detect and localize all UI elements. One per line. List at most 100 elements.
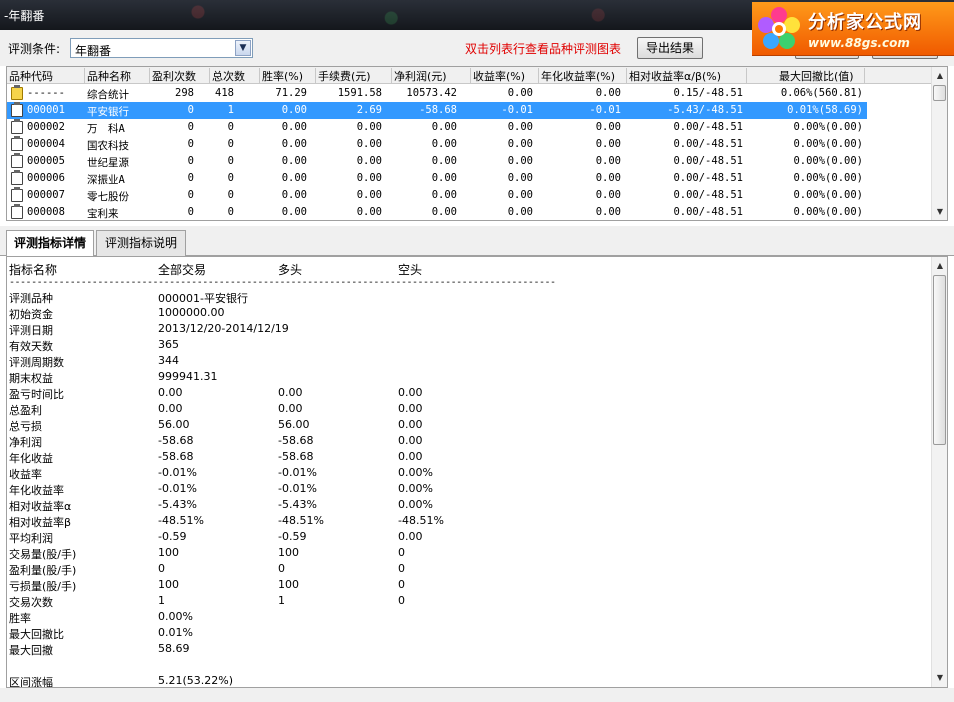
metric-name: 盈利量(股/手) xyxy=(9,564,77,577)
metric-row: 最大回撤 58.69 xyxy=(7,642,927,658)
cell-name: 零七股份 xyxy=(87,191,129,203)
col-header-drawdown[interactable]: 最大回撤比(值) xyxy=(747,68,865,84)
grid-scroll-thumb[interactable] xyxy=(933,85,946,101)
scroll-up-icon[interactable]: ▲ xyxy=(932,258,947,274)
cell-dd: 0.00%(0.00) xyxy=(793,155,863,167)
metric-value-v1: -0.01% xyxy=(158,466,197,479)
col-header-profit[interactable]: 净利润(元) xyxy=(392,68,471,84)
cell-dd: 0.00%(0.00) xyxy=(793,189,863,201)
metric-value-v1: -58.68 xyxy=(158,434,194,447)
metric-value-v1: 1000000.00 xyxy=(158,306,225,319)
site-logo: 分析家公式网 www.88gs.com xyxy=(752,2,954,56)
metric-row: 有效天数 365 xyxy=(7,338,927,354)
table-row[interactable]: ------ 综合统计 298 418 71.29 1591.58 10573.42 0.00… xyxy=(7,85,867,102)
chevron-down-icon[interactable]: ▼ xyxy=(235,40,251,56)
detail-separator: ----------------------------------------… xyxy=(9,277,556,288)
metric-name: 相对收益率β xyxy=(9,516,72,529)
cell-ret: 0.00 xyxy=(507,172,533,184)
table-row[interactable]: 000007 零七股份 0 0 0.00 0.00 0.00 0.00 0.00 0.00/-48… xyxy=(7,187,867,204)
cell-ret: -0.01 xyxy=(501,104,533,116)
cell-total: 0 xyxy=(227,138,234,150)
col-header-total[interactable]: 总次数 xyxy=(210,68,260,84)
metric-name: 盈亏时间比 xyxy=(9,388,64,401)
metric-value-v3: 0.00 xyxy=(398,386,423,399)
cell-code: 000006 xyxy=(27,172,65,184)
table-row[interactable]: 000001 平安银行 0 1 0.00 2.69 -58.68 -0.01 -0.01 -5.4… xyxy=(7,102,867,119)
cell-wins: 0 xyxy=(187,189,194,201)
col-header-relative[interactable]: 相对收益率α/β(%) xyxy=(627,68,747,84)
tab-detail[interactable]: 评测指标详情 xyxy=(6,230,94,257)
col-header-wins[interactable]: 盈利次数 xyxy=(150,68,210,84)
metric-row: 盈利量(股/手) 0 0 0 xyxy=(7,562,927,578)
scroll-down-icon[interactable]: ▼ xyxy=(932,670,947,686)
metric-value-v1: 5.21(53.22%) xyxy=(158,674,234,687)
double-click-hint: 双击列表行查看品种评测图表 xyxy=(465,42,622,56)
cell-dd: 0.00%(0.00) xyxy=(793,206,863,218)
cell-fee: 0.00 xyxy=(356,155,382,167)
col-header-return[interactable]: 收益率(%) xyxy=(471,68,539,84)
metric-name: 最大回撤比 xyxy=(9,628,64,641)
detail-header-all: 全部交易 xyxy=(158,263,207,277)
cell-name: 万 科A xyxy=(87,123,125,135)
cell-wins: 0 xyxy=(187,155,194,167)
detail-tabs: 评测指标详情 评测指标说明 xyxy=(0,226,954,257)
export-button[interactable]: 导出结果 xyxy=(637,37,703,59)
detail-scrollbar[interactable]: ▲ ▼ xyxy=(931,257,947,687)
cell-dd: 0.00%(0.00) xyxy=(793,121,863,133)
cell-total: 0 xyxy=(227,206,234,218)
cell-annual: 0.00 xyxy=(595,172,621,184)
cell-total: 0 xyxy=(227,189,234,201)
detail-scroll-thumb[interactable] xyxy=(933,275,946,445)
results-grid[interactable]: 品种代码 品种名称 盈利次数 总次数 胜率(%) 手续费(元) 净利润(元) 收… xyxy=(6,66,948,221)
cell-ret: 0.00 xyxy=(507,155,533,167)
metric-row: 期末权益 999941.31 xyxy=(7,370,927,386)
metric-value-v2: 56.00 xyxy=(278,418,310,431)
table-row[interactable]: 000004 国农科技 0 0 0.00 0.00 0.00 0.00 0.00 0.00/-48… xyxy=(7,136,867,153)
table-row[interactable]: 000008 宝利来 0 0 0.00 0.00 0.00 0.00 0.00 0.00/-48.… xyxy=(7,204,867,220)
cell-fee: 0.00 xyxy=(356,206,382,218)
table-row[interactable]: 000005 世纪星源 0 0 0.00 0.00 0.00 0.00 0.00 0.00/-48… xyxy=(7,153,867,170)
metric-name: 交易量(股/手) xyxy=(9,548,77,561)
cell-code: 000008 xyxy=(27,206,65,218)
col-header-annual[interactable]: 年化收益率(%) xyxy=(539,68,627,84)
scroll-up-icon[interactable]: ▲ xyxy=(932,68,947,84)
col-header-rate[interactable]: 胜率(%) xyxy=(260,68,316,84)
metric-value-v1: 365 xyxy=(158,338,179,351)
cell-total: 0 xyxy=(227,121,234,133)
scroll-down-icon[interactable]: ▼ xyxy=(932,204,947,220)
metric-row: 平均利润 -0.59 -0.59 0.00 xyxy=(7,530,927,546)
metric-value-v1: 0 xyxy=(158,562,165,575)
metric-value-v2: -0.01% xyxy=(278,482,317,495)
metric-name: 期末权益 xyxy=(9,372,53,385)
cell-wins: 0 xyxy=(187,206,194,218)
metric-value-v2: -0.01% xyxy=(278,466,317,479)
metric-value-v1: 000001-平安银行 xyxy=(158,292,248,305)
metric-value-v2: -58.68 xyxy=(278,450,314,463)
table-row[interactable]: 000002 万 科A 0 0 0.00 0.00 0.00 0.00 0.00 0.00/-48… xyxy=(7,119,867,136)
cell-total: 418 xyxy=(215,87,234,99)
metric-value-v3: 0.00% xyxy=(398,482,433,495)
col-header-fee[interactable]: 手续费(元) xyxy=(316,68,392,84)
metric-row: 交易量(股/手) 100 100 0 xyxy=(7,546,927,562)
col-header-name[interactable]: 品种名称 xyxy=(85,68,150,84)
cell-rate: 0.00 xyxy=(281,104,307,116)
cell-rate: 0.00 xyxy=(281,189,307,201)
cell-ret: 0.00 xyxy=(507,138,533,150)
metric-name: 相对收益率α xyxy=(9,500,72,513)
metric-row: 总盈利 0.00 0.00 0.00 xyxy=(7,402,927,418)
table-row[interactable]: 000006 深振业A 0 0 0.00 0.00 0.00 0.00 0.00 0.00/-48… xyxy=(7,170,867,187)
condition-select-value: 年翻番 xyxy=(75,44,112,58)
cell-fee: 0.00 xyxy=(356,138,382,150)
cell-rel: 0.00/-48.51 xyxy=(673,155,743,167)
metric-name: 区间涨幅 xyxy=(9,676,53,688)
stock-doc-icon xyxy=(11,170,23,185)
col-header-code[interactable]: 品种代码 xyxy=(7,68,85,84)
cell-annual: 0.00 xyxy=(595,189,621,201)
grid-scrollbar[interactable]: ▲ ▼ xyxy=(931,67,947,220)
cell-annual: 0.00 xyxy=(595,121,621,133)
tab-explanation[interactable]: 评测指标说明 xyxy=(96,230,186,256)
metric-value-v3: 0.00 xyxy=(398,530,423,543)
metric-name: 胜率 xyxy=(9,612,31,625)
condition-select[interactable]: 年翻番 ▼ xyxy=(70,38,253,58)
metric-row: 总亏损 56.00 56.00 0.00 xyxy=(7,418,927,434)
